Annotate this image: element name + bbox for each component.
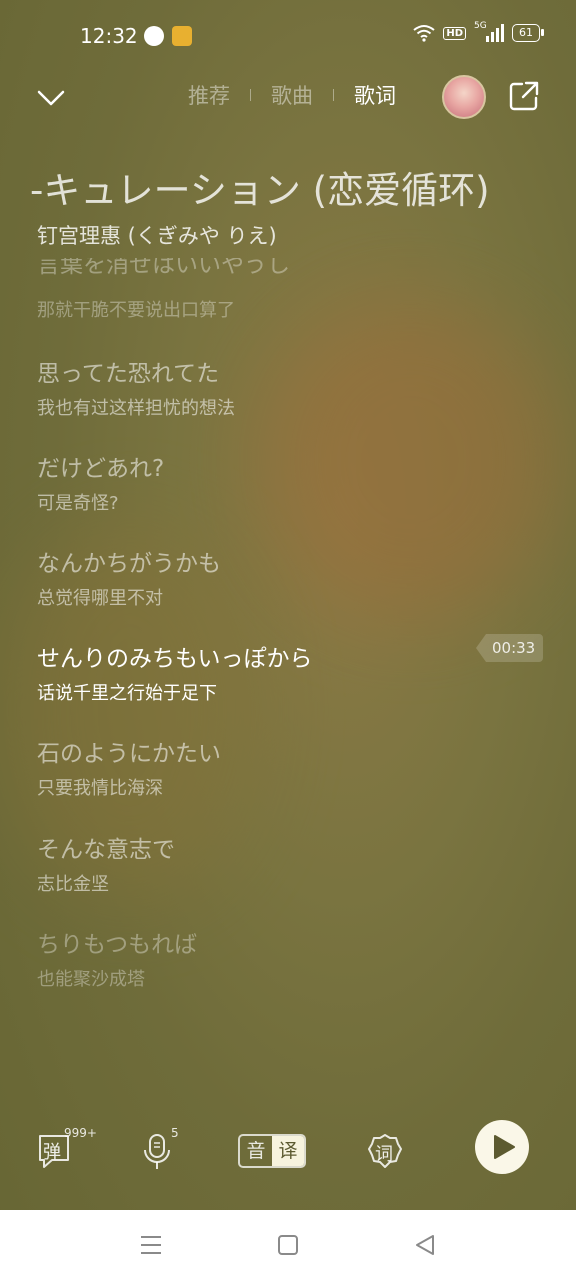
status-bar: 12:32 HD 5G 61 [0, 0, 576, 72]
lyric-line[interactable]: ちりもつもれば 也能聚沙成塔 [37, 925, 477, 991]
home-icon[interactable] [276, 1233, 300, 1257]
translation-toggle[interactable]: 音 译 [238, 1134, 306, 1168]
phonetic-option[interactable]: 音 [240, 1136, 272, 1166]
sing-count: 5 [171, 1126, 179, 1140]
lyric-line[interactable]: そんな意志で 志比金坚 [37, 830, 477, 896]
lyric-original: だけどあれ? [37, 456, 165, 482]
tab-recommend[interactable]: 推荐 [188, 80, 230, 110]
lyric-translation: 也能聚沙成塔 [37, 969, 145, 990]
tab-song[interactable]: 歌曲 [271, 80, 313, 110]
battery-icon: 61 [512, 24, 544, 42]
lyric-original: 思ってた恐れてた [37, 361, 220, 387]
tab-divider [333, 89, 334, 101]
tab-divider [250, 89, 251, 101]
chevron-down-icon[interactable] [34, 80, 68, 114]
play-icon [494, 1135, 515, 1159]
system-nav-bar [0, 1210, 576, 1280]
app-notification-icon [144, 26, 164, 46]
player-header: 推荐 歌曲 歌词 [0, 72, 576, 122]
lyric-line[interactable]: だけどあれ? 可是奇怪? [37, 449, 477, 515]
lyric-original: そんな意志で [37, 837, 175, 863]
microphone-icon [144, 1134, 170, 1169]
avatar[interactable] [442, 75, 486, 119]
lyric-original: なんかちがうかも [37, 551, 221, 577]
lyric-original: せんりのみちもいっぽから [37, 646, 313, 672]
song-title: -キュレーション (恋爱循环) [30, 169, 490, 212]
lyric-translation: 志比金坚 [37, 874, 109, 895]
back-icon[interactable] [413, 1233, 437, 1257]
sing-button[interactable]: 5 [140, 1126, 180, 1172]
lyrics-panel[interactable]: 言葉を消せはいいやうし 那就干脆不要说出口算了 思ってた恐れてた 我也有过这样担… [0, 258, 576, 1018]
tab-lyrics[interactable]: 歌词 [354, 80, 396, 110]
lyrics-style-label: 词 [375, 1144, 393, 1165]
lyric-original: 石のようにかたい [37, 741, 221, 767]
lyric-line[interactable]: 言葉を消せはいいやうし 那就干脆不要说出口算了 [37, 258, 477, 322]
translate-option[interactable]: 译 [272, 1136, 304, 1166]
lyric-translation: 只要我情比海深 [37, 778, 163, 799]
share-icon[interactable] [508, 80, 540, 112]
danmaku-count: 999+ [64, 1126, 97, 1140]
player-toolbar: 弹 999+ 5 音 译 词 [0, 1120, 576, 1184]
lyric-translation: 我也有过这样担忧的想法 [37, 398, 235, 419]
lyrics-style-button[interactable]: 词 [366, 1132, 406, 1172]
lyric-translation: 话说千里之行始于足下 [37, 683, 217, 704]
seek-time-tag[interactable]: 00:33 [476, 634, 544, 662]
lyric-original: 言葉を消せはいいやうし [37, 258, 290, 278]
lyric-line[interactable]: 思ってた恐れてた 我也有过这样担忧的想法 [37, 354, 477, 420]
danmaku-button[interactable]: 弹 999+ [36, 1126, 97, 1172]
status-time: 12:32 [80, 24, 138, 48]
tab-bar: 推荐 歌曲 歌词 [188, 80, 396, 110]
play-button[interactable] [475, 1120, 529, 1174]
lyric-line[interactable]: 石のようにかたい 只要我情比海深 [37, 734, 477, 800]
wifi-icon [413, 25, 435, 42]
danmaku-label: 弹 [43, 1142, 61, 1163]
lyric-translation: 总觉得哪里不对 [37, 588, 163, 609]
lyric-translation: 可是奇怪? [37, 493, 119, 514]
signal-icon: 5G [474, 21, 504, 42]
menu-icon[interactable] [139, 1233, 163, 1257]
hd-icon: HD [443, 26, 466, 40]
lyric-original: ちりもつもれば [37, 932, 198, 958]
lyric-line[interactable]: なんかちがうかも 总觉得哪里不对 [37, 544, 477, 610]
artist-name[interactable]: 钉宫理惠 (くぎみや りえ) [37, 220, 277, 250]
lyric-line-current[interactable]: せんりのみちもいっぽから 话说千里之行始于足下 [37, 639, 477, 705]
weibo-icon [172, 26, 192, 46]
lyric-translation: 那就干脆不要说出口算了 [37, 300, 235, 321]
network-type: 5G [474, 21, 487, 31]
